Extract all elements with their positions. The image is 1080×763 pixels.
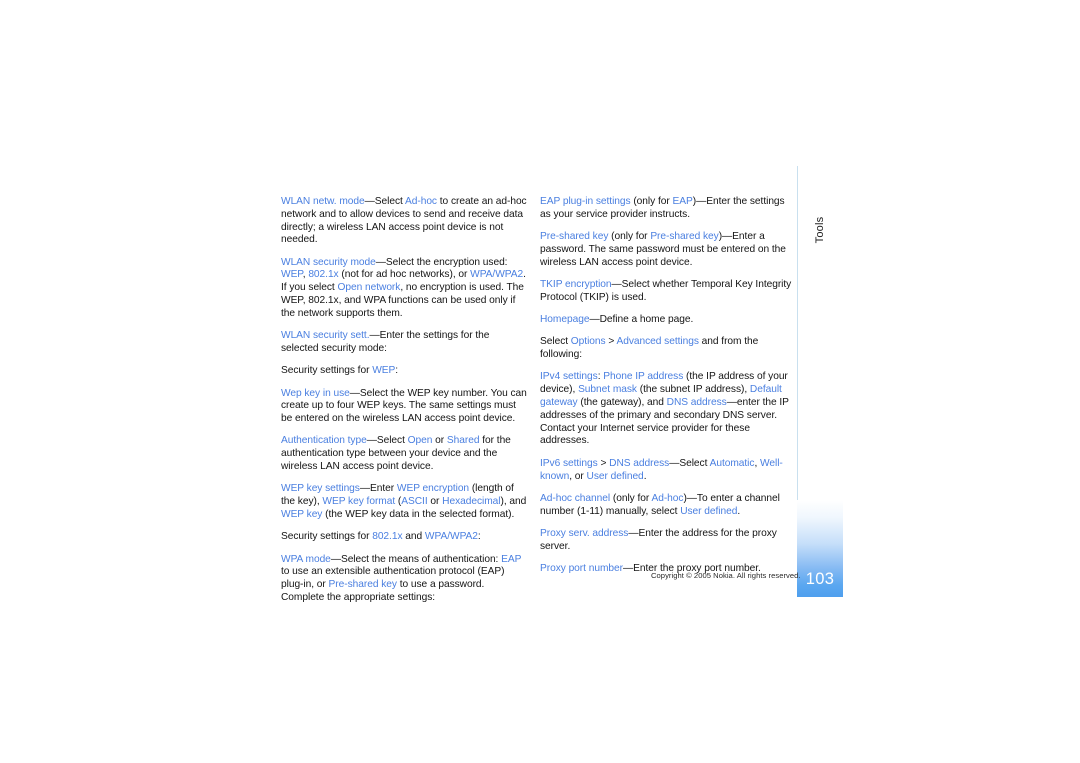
body-text: —Define a home page. xyxy=(589,314,694,326)
setting-term: Proxy port number xyxy=(540,563,623,575)
setting-term: EAP plug-in settings xyxy=(540,196,631,207)
setting-term: TKIP encryption xyxy=(540,278,612,290)
page-number: 103 xyxy=(805,570,835,588)
paragraph-tkip-encryption: TKIP encryption—Select whether Temporal … xyxy=(540,279,792,305)
setting-term: WLAN security sett. xyxy=(281,330,370,342)
setting-term: WEP encryption xyxy=(396,483,470,495)
setting-term: EAP xyxy=(672,196,693,207)
setting-term: Authentication type xyxy=(281,435,367,447)
body-text: > xyxy=(597,457,610,469)
setting-term: 802.1x xyxy=(308,269,339,281)
body-text: (only for xyxy=(630,196,673,207)
setting-term: IPv4 settings xyxy=(540,371,598,383)
manual-page: WLAN netw. mode—Select Ad-hoc to create … xyxy=(0,0,1080,763)
setting-term: Ad-hoc xyxy=(651,492,684,504)
body-text: . xyxy=(643,470,647,482)
body-text: and xyxy=(402,531,425,543)
setting-term: DNS address xyxy=(609,457,670,469)
body-text: (the subnet IP address), xyxy=(636,384,750,396)
paragraph-wlan-netw-mode: WLAN netw. mode—Select Ad-hoc to create … xyxy=(281,196,529,247)
setting-term: Wep key in use xyxy=(281,387,350,399)
body-text: or xyxy=(432,435,447,447)
setting-term: WEP key xyxy=(281,508,323,520)
body-text: —Enter xyxy=(359,483,397,495)
right-text-column: EAP plug-in settings (only for EAP)—Ente… xyxy=(540,196,792,576)
setting-term: Homepage xyxy=(540,314,590,326)
setting-term: Open xyxy=(407,435,433,447)
body-text: : xyxy=(477,531,481,543)
left-text-column: WLAN netw. mode—Select Ad-hoc to create … xyxy=(281,196,529,605)
setting-term: WPA/WPA2 xyxy=(424,531,478,543)
paragraph-wlan-security-sett: WLAN security sett.—Enter the settings f… xyxy=(281,330,529,356)
setting-term: Advanced settings xyxy=(616,336,699,348)
body-text: Select xyxy=(540,336,571,348)
body-text: or xyxy=(427,496,443,508)
setting-term: Open network xyxy=(337,282,401,294)
paragraph-ipv6-settings: IPv6 settings > DNS address—Select Autom… xyxy=(540,458,792,484)
setting-term: Subnet mask xyxy=(578,384,637,396)
paragraph-homepage: Homepage—Define a home page. xyxy=(540,314,792,327)
paragraph-ipv4-settings: IPv4 settings: Phone IP address (the IP … xyxy=(540,371,792,448)
body-text: —Select the encryption used: xyxy=(375,256,508,268)
setting-term: Pre-shared key xyxy=(540,231,609,243)
setting-term: ASCII xyxy=(401,496,428,508)
paragraph-pre-shared-key: Pre-shared key (only for Pre-shared key)… xyxy=(540,231,792,269)
body-text: (not for ad hoc networks), or xyxy=(338,269,471,281)
setting-term: Ad-hoc channel xyxy=(540,492,611,504)
setting-term: WEP key settings xyxy=(281,483,360,495)
body-text: > xyxy=(605,336,617,348)
setting-term: User defined xyxy=(680,505,738,517)
body-text: —Select xyxy=(364,196,405,207)
setting-term: Automatic xyxy=(709,457,755,469)
paragraph-eap-plug-in-settings: EAP plug-in settings (only for EAP)—Ente… xyxy=(540,196,792,222)
paragraph-authentication-type: Authentication type—Select Open or Share… xyxy=(281,435,529,473)
paragraph-select-options: Select Options > Advanced settings and f… xyxy=(540,336,792,362)
body-text: Security settings for xyxy=(281,365,373,377)
setting-term: Pre-shared key xyxy=(650,231,719,243)
setting-term: User defined xyxy=(586,470,644,482)
setting-term: WLAN netw. mode xyxy=(281,196,365,207)
setting-term: Ad-hoc xyxy=(405,196,437,207)
setting-term: Pre-shared key xyxy=(328,579,397,591)
setting-term: Phone IP address xyxy=(603,371,684,383)
body-text: . xyxy=(737,505,741,517)
setting-term: IPv6 settings xyxy=(540,457,598,469)
setting-term: WEP xyxy=(281,269,303,281)
paragraph-wlan-security-mode: WLAN security mode—Select the encryption… xyxy=(281,257,529,321)
body-text: (only for xyxy=(608,231,651,243)
setting-term: EAP xyxy=(501,553,522,565)
body-text: , or xyxy=(569,470,587,482)
page-number-tab: 103 xyxy=(797,500,843,597)
setting-term: WLAN security mode xyxy=(281,256,376,268)
setting-term: Hexadecimal xyxy=(442,496,501,508)
paragraph-wep-key-in-use: Wep key in use—Select the WEP key number… xyxy=(281,388,529,426)
paragraph-proxy-serv-address: Proxy serv. address—Enter the address fo… xyxy=(540,528,792,554)
body-text: —Select xyxy=(366,435,408,447)
setting-term: 802.1x xyxy=(372,531,403,543)
paragraph-wep-key-settings: WEP key settings—Enter WEP encryption (l… xyxy=(281,483,529,521)
setting-term: WEP key format xyxy=(322,496,396,508)
paragraph-security-settings-wep: Security settings for WEP: xyxy=(281,365,529,378)
copyright-notice: Copyright © 2005 Nokia. All rights reser… xyxy=(651,571,801,580)
body-text: —Select the means of authentication: xyxy=(330,553,502,565)
paragraph-wpa-mode: WPA mode—Select the means of authenticat… xyxy=(281,554,529,605)
setting-term: WEP xyxy=(372,365,396,377)
section-side-tab: Tools xyxy=(797,190,843,270)
setting-term: WPA mode xyxy=(281,553,331,565)
body-text: : xyxy=(395,365,399,377)
body-text: ), and xyxy=(500,496,527,508)
body-text: —Select xyxy=(669,457,710,469)
paragraph-ad-hoc-channel: Ad-hoc channel (only for Ad-hoc)—To ente… xyxy=(540,493,792,519)
body-text: (the WEP key data in the selected format… xyxy=(322,508,515,520)
setting-term: Proxy serv. address xyxy=(540,527,629,539)
setting-term: Options xyxy=(570,336,606,348)
body-text: Security settings for xyxy=(281,531,373,543)
paragraph-security-settings-8021x: Security settings for 802.1x and WPA/WPA… xyxy=(281,531,529,544)
body-text: (the gateway), and xyxy=(577,397,667,409)
setting-term: DNS address xyxy=(666,397,727,409)
setting-term: WPA/WPA2 xyxy=(470,269,524,281)
body-text: (only for xyxy=(610,492,652,504)
section-side-tab-label: Tools xyxy=(814,216,826,244)
setting-term: Shared xyxy=(446,435,480,447)
